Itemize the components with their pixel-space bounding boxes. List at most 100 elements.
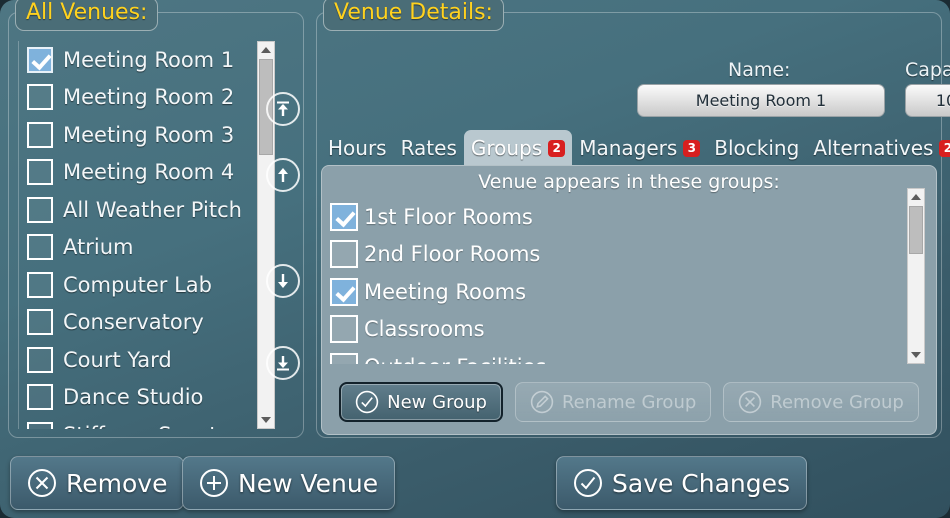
plus-circle-icon — [200, 469, 228, 497]
venue-details-title: Venue Details: — [323, 0, 504, 31]
venue-list-item[interactable]: All Weather Pitch — [19, 191, 264, 229]
group-action-buttons: New Group Rename Group Remove Group — [322, 382, 936, 422]
venue-checkbox[interactable] — [27, 121, 53, 148]
check-circle-icon — [574, 469, 602, 497]
venue-checkbox[interactable] — [27, 346, 53, 373]
tab-label: Blocking — [714, 136, 800, 160]
save-changes-button[interactable]: Save Changes — [556, 456, 808, 510]
tab-rates[interactable]: Rates — [394, 130, 464, 167]
venue-list-item[interactable]: Stiffman Sanctuary — [19, 416, 264, 429]
group-list-item[interactable]: Meeting Rooms — [330, 273, 905, 311]
rename-group-button: Rename Group — [514, 382, 712, 422]
tab-hours[interactable]: Hours — [321, 130, 394, 167]
venue-list-item[interactable]: Meeting Room 4 — [19, 154, 264, 192]
details-tabbar[interactable]: Hours Rates Groups 2 Managers 3 Blocking Altern… — [321, 127, 950, 167]
group-item-label: Outdoor Facilities — [364, 355, 546, 364]
capacity-label: Capacity: — [905, 59, 950, 81]
venue-checkbox[interactable] — [27, 84, 53, 111]
venue-list-item[interactable]: Conservatory — [19, 304, 264, 342]
venue-list[interactable]: Meeting Room 1 Meeting Room 2 Meeting Room… — [18, 41, 264, 429]
venue-item-label: Court Yard — [63, 347, 172, 372]
venue-item-label: Meeting Room 3 — [63, 122, 235, 147]
venue-checkbox[interactable] — [27, 421, 53, 429]
scroll-down-arrow-icon[interactable] — [258, 413, 274, 427]
venue-item-label: All Weather Pitch — [63, 197, 242, 222]
tab-groups[interactable]: Groups 2 — [463, 130, 573, 167]
groups-list-scrollbar[interactable] — [907, 188, 925, 364]
tab-label: Alternatives — [813, 136, 934, 160]
venue-item-label: Computer Lab — [63, 272, 212, 297]
scroll-down-arrow-icon[interactable] — [908, 348, 924, 362]
venue-details-panel: Venue Details: Name: Meeting Room 1 Capa… — [316, 0, 950, 438]
venue-checkbox[interactable] — [27, 159, 53, 186]
all-venues-panel: All Venues: Meeting Room 1 Meeting Room 2… — [8, 0, 304, 438]
remove-venue-button[interactable]: Remove — [10, 456, 185, 510]
venue-list-item[interactable]: Meeting Room 1 — [19, 41, 264, 79]
arrow-down-icon — [278, 274, 288, 288]
venue-item-label: Meeting Room 2 — [63, 85, 235, 110]
venue-list-item[interactable]: Atrium — [19, 229, 264, 267]
group-list-item[interactable]: 1st Floor Rooms — [330, 198, 905, 236]
venue-list-item[interactable]: Court Yard — [19, 341, 264, 379]
new-venue-button[interactable]: New Venue — [182, 456, 396, 510]
group-list-item[interactable]: 2nd Floor Rooms — [330, 236, 905, 274]
remove-venue-label: Remove — [66, 468, 168, 498]
venue-list-item[interactable]: Computer Lab — [19, 266, 264, 304]
move-down-button[interactable] — [266, 264, 300, 298]
venue-list-item[interactable]: Meeting Room 2 — [19, 79, 264, 117]
x-circle-icon — [28, 469, 56, 497]
group-list-item[interactable]: Classrooms — [330, 311, 905, 349]
tab-label: Managers — [579, 136, 678, 160]
scrollbar-thumb[interactable] — [909, 206, 923, 254]
move-to-top-button[interactable] — [266, 92, 300, 126]
group-checkbox[interactable] — [330, 240, 358, 269]
group-checkbox[interactable] — [330, 202, 358, 231]
group-list-item[interactable]: Outdoor Facilities — [330, 348, 905, 364]
groups-tab-panel: Venue appears in these groups: 1st Floor… — [321, 165, 937, 435]
check-circle-icon — [355, 390, 379, 414]
venue-item-label: Stiffman Sanctuary — [63, 423, 264, 429]
group-item-label: Classrooms — [364, 317, 485, 342]
arrow-up-icon — [278, 168, 288, 182]
venue-item-label: Meeting Room 4 — [63, 160, 235, 185]
venue-checkbox[interactable] — [27, 196, 53, 223]
scroll-up-arrow-icon[interactable] — [908, 190, 924, 204]
venue-item-label: Dance Studio — [63, 385, 204, 410]
move-to-bottom-button[interactable] — [266, 346, 300, 380]
new-venue-label: New Venue — [238, 468, 379, 498]
arrow-up-to-line-icon — [277, 101, 289, 116]
venue-checkbox[interactable] — [27, 271, 53, 298]
capacity-input[interactable]: 10 — [905, 84, 950, 117]
name-label: Name: — [728, 59, 791, 81]
group-checkbox[interactable] — [330, 315, 358, 344]
tab-label: Hours — [328, 136, 387, 160]
venue-list-item[interactable]: Meeting Room 3 — [19, 116, 264, 154]
group-item-label: 1st Floor Rooms — [364, 204, 533, 229]
remove-group-button: Remove Group — [723, 382, 919, 422]
venue-item-label: Conservatory — [63, 310, 204, 335]
tab-alternatives[interactable]: Alternatives 2 — [806, 130, 950, 167]
venue-manager-window: All Venues: Meeting Room 1 Meeting Room 2… — [0, 0, 950, 518]
group-item-label: 2nd Floor Rooms — [364, 242, 541, 267]
group-checkbox[interactable] — [330, 277, 358, 306]
tab-label: Groups — [470, 136, 543, 160]
tab-badge: 2 — [939, 139, 950, 157]
venue-list-item[interactable]: Dance Studio — [19, 379, 264, 417]
move-up-button[interactable] — [266, 158, 300, 192]
new-group-button[interactable]: New Group — [339, 382, 503, 422]
venue-checkbox[interactable] — [27, 46, 53, 73]
group-item-label: Meeting Rooms — [364, 279, 527, 304]
button-label: Remove Group — [770, 391, 904, 413]
tab-blocking[interactable]: Blocking — [707, 130, 806, 167]
venue-checkbox[interactable] — [27, 384, 53, 411]
pencil-circle-icon — [530, 390, 554, 414]
venue-checkbox[interactable] — [27, 234, 53, 261]
tab-badge: 2 — [548, 139, 566, 157]
venue-checkbox[interactable] — [27, 309, 53, 336]
all-venues-title: All Venues: — [15, 0, 159, 31]
tab-managers[interactable]: Managers 3 — [572, 130, 707, 167]
groups-list[interactable]: 1st Floor Rooms 2nd Floor Rooms Meeting Ro… — [330, 198, 905, 364]
group-checkbox[interactable] — [330, 352, 358, 364]
scroll-up-arrow-icon[interactable] — [258, 43, 274, 57]
name-input[interactable]: Meeting Room 1 — [637, 84, 885, 117]
